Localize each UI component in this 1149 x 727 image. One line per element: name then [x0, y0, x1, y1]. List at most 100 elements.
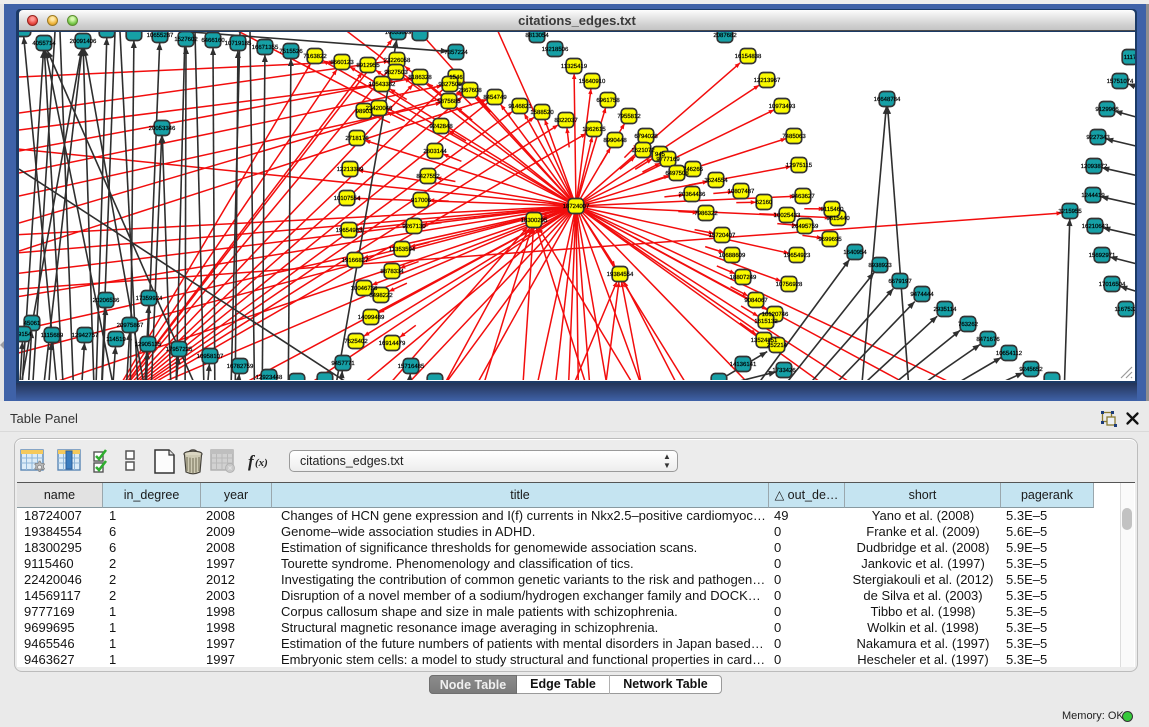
svg-text:1588520: 1588520	[530, 109, 554, 116]
svg-text:15716485: 15716485	[398, 363, 425, 370]
svg-text:12975115: 12975115	[786, 162, 813, 169]
svg-text:7986322: 7986322	[694, 210, 718, 217]
svg-text:8427552: 8427552	[416, 173, 440, 180]
svg-text:9242848: 9242848	[429, 123, 453, 130]
svg-text:11353594: 11353594	[389, 246, 416, 253]
svg-text:9227343: 9227343	[1086, 134, 1110, 141]
svg-text:1640954: 1640954	[843, 249, 867, 256]
svg-text:16210643: 16210643	[1082, 223, 1109, 230]
svg-text:5875685: 5875685	[437, 98, 461, 105]
svg-text:6497508: 6497508	[665, 170, 689, 177]
svg-text:12093872: 12093872	[1081, 163, 1108, 170]
svg-text:4055714: 4055714	[32, 40, 56, 47]
svg-text:20206536: 20206536	[93, 297, 120, 304]
svg-text:252214: 252214	[767, 342, 788, 349]
svg-text:2867608: 2867608	[458, 87, 482, 94]
svg-text:9457771: 9457771	[331, 360, 355, 367]
svg-text:15640910: 15640910	[579, 78, 606, 85]
svg-text:6679197: 6679197	[888, 278, 912, 285]
svg-text:3498222: 3498222	[369, 292, 393, 299]
svg-text:(x): (x)	[255, 457, 268, 469]
svg-text:9267130: 9267130	[402, 223, 426, 230]
svg-text:9115460: 9115460	[821, 206, 845, 213]
svg-text:12905135: 12905135	[135, 341, 162, 348]
svg-text:26495759: 26495759	[792, 223, 819, 230]
svg-text:1527602: 1527602	[174, 36, 198, 43]
svg-text:18807249: 18807249	[730, 274, 757, 281]
svg-text:8878334: 8878334	[380, 268, 404, 275]
svg-text:9699695: 9699695	[818, 236, 842, 243]
svg-text:10807487: 10807487	[728, 188, 755, 195]
svg-text:98903: 98903	[356, 108, 373, 115]
svg-text:10958107: 10958107	[197, 353, 224, 360]
svg-text:1115689: 1115689	[41, 332, 64, 339]
svg-text:1615132: 1615132	[754, 318, 778, 325]
svg-text:19654983: 19654983	[336, 227, 363, 234]
svg-text:6466160: 6466160	[201, 37, 225, 44]
svg-text:7625402: 7625402	[344, 338, 368, 345]
svg-text:9084067: 9084067	[744, 297, 768, 304]
svg-text:23226058: 23226058	[384, 57, 411, 64]
svg-text:1362615: 1362615	[582, 126, 606, 133]
svg-text:1244419: 1244419	[1081, 192, 1105, 199]
svg-text:6961758: 6961758	[596, 97, 620, 104]
svg-text:7163822: 7163822	[303, 53, 327, 60]
svg-text:45061: 45061	[24, 320, 41, 327]
svg-text:1733426: 1733426	[772, 367, 796, 374]
svg-text:8813054: 8813054	[525, 32, 549, 39]
svg-text:10655287: 10655287	[147, 32, 174, 39]
svg-text:164: 164	[19, 32, 29, 33]
svg-text:20091406: 20091406	[70, 38, 97, 45]
svg-text:11325419: 11325419	[561, 63, 588, 70]
svg-text:9777169: 9777169	[656, 156, 680, 163]
svg-text:7955812: 7955812	[617, 113, 641, 120]
svg-text:3215955: 3215955	[1058, 208, 1082, 215]
svg-text:6794028: 6794028	[634, 133, 658, 140]
svg-text:16914479: 16914479	[379, 340, 406, 347]
svg-text:1167533: 1167533	[1115, 306, 1135, 313]
svg-text:16033809: 16033809	[385, 32, 412, 36]
svg-text:9463627: 9463627	[791, 193, 815, 200]
svg-text:1546: 1546	[449, 74, 463, 81]
svg-text:17957225: 17957225	[166, 346, 193, 353]
svg-text:9327508: 9327508	[438, 81, 462, 88]
svg-text:8186328: 8186328	[408, 74, 432, 81]
svg-text:12942757: 12942757	[72, 332, 99, 339]
svg-text:763262: 763262	[958, 321, 979, 328]
svg-text:19218506: 19218506	[542, 46, 569, 53]
svg-text:8322037: 8322037	[554, 117, 578, 124]
svg-text:10973493: 10973493	[769, 103, 796, 110]
svg-text:2803144: 2803144	[423, 148, 447, 155]
svg-text:15720407: 15720407	[709, 232, 736, 239]
svg-text:10120746: 10120746	[762, 311, 789, 318]
svg-text:62160: 62160	[756, 199, 773, 206]
svg-text:7515526: 7515526	[279, 48, 303, 55]
svg-text:9245652: 9245652	[1019, 366, 1043, 373]
svg-text:19384554: 19384554	[607, 271, 634, 278]
svg-text:19166827: 19166827	[342, 257, 369, 264]
svg-text:8471676: 8471676	[976, 336, 1000, 343]
svg-text:8660123: 8660123	[330, 59, 354, 66]
svg-text:8454749: 8454749	[483, 94, 507, 101]
svg-text:15692971: 15692971	[1089, 252, 1116, 259]
svg-text:18724007: 18724007	[563, 203, 590, 210]
svg-text:12213967: 12213967	[754, 77, 781, 84]
svg-text:17016504: 17016504	[1099, 281, 1126, 288]
svg-text:12923448: 12923448	[256, 374, 283, 380]
svg-text:12213389: 12213389	[337, 166, 364, 173]
svg-text:16648784: 16648784	[874, 96, 901, 103]
svg-text:917006: 917006	[411, 197, 432, 204]
svg-text:16154838: 16154838	[735, 53, 762, 60]
svg-text:14099489: 14099489	[358, 314, 385, 321]
svg-text:10719185: 10719185	[225, 40, 252, 47]
svg-text:10688609: 10688609	[719, 252, 746, 259]
svg-text:10654112: 10654112	[996, 350, 1023, 357]
svg-text:18300295: 18300295	[521, 217, 548, 224]
svg-text:9129966: 9129966	[1095, 106, 1119, 113]
svg-text:20975867: 20975867	[117, 322, 144, 329]
svg-text:20364436: 20364436	[679, 191, 706, 198]
svg-text:8990448: 8990448	[603, 137, 627, 144]
svg-text:7357224: 7357224	[444, 49, 468, 56]
svg-text:8938923: 8938923	[868, 262, 892, 269]
svg-text:9827503: 9827503	[384, 69, 408, 76]
